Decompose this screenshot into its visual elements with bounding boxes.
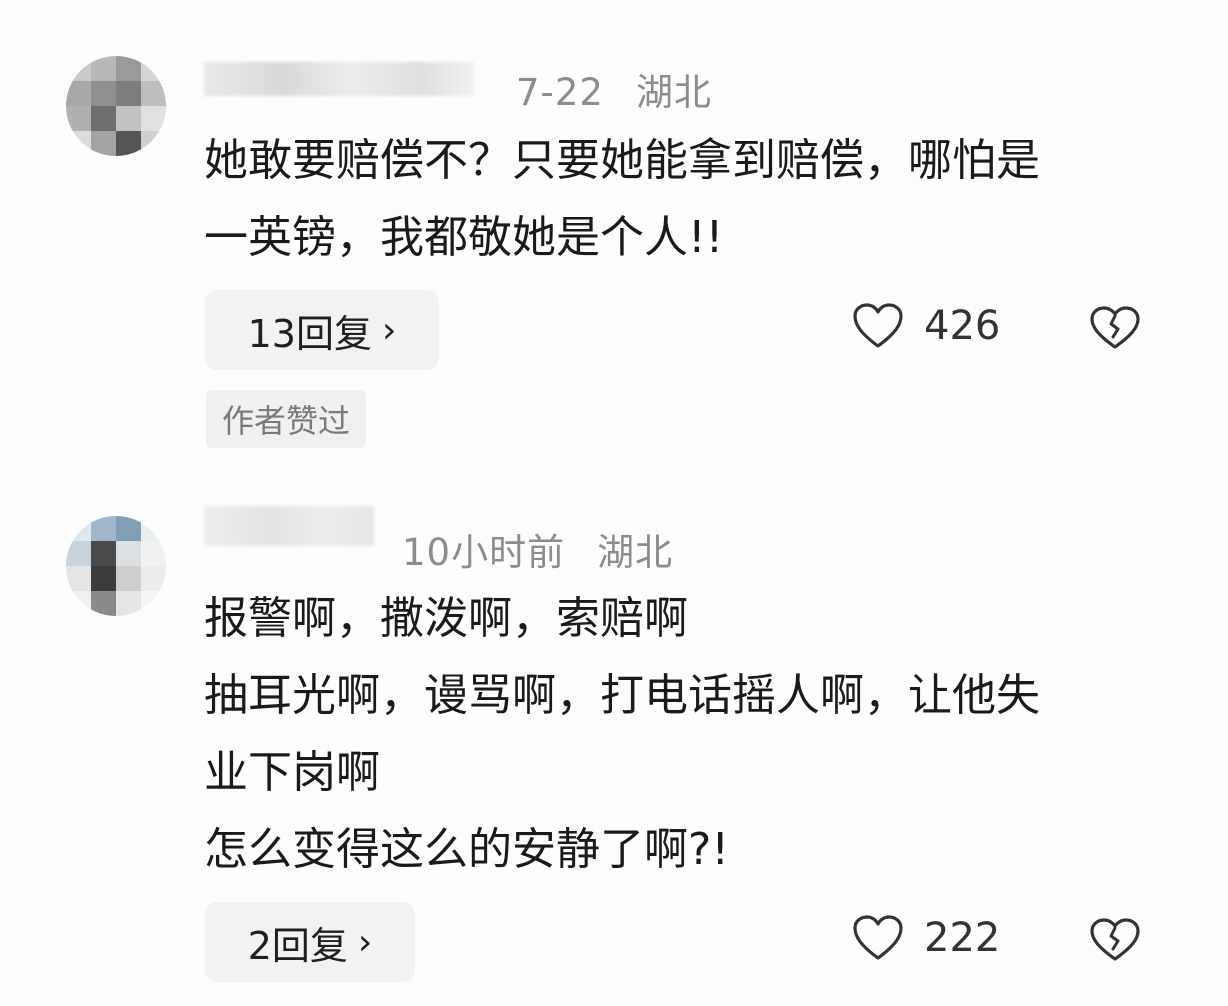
comment-line: 报警啊，撒泼啊，索赔啊 <box>204 593 688 644</box>
comment-line: 她敢要赔偿不？只要她能拿到赔偿，哪怕是 <box>204 135 1040 186</box>
broken-heart-icon <box>1090 306 1140 349</box>
chevron-right-icon: › <box>357 921 373 963</box>
comment-item: 7-22 湖北 她敢要赔偿不？只要她能拿到赔偿，哪怕是 一英镑，我都敬她是个人!!… <box>0 0 1228 470</box>
like-button[interactable]: 426 <box>852 302 1000 350</box>
comment-location: 湖北 <box>635 71 712 114</box>
username-blurred[interactable] <box>204 506 374 546</box>
comment-date: 10小时前 <box>402 531 566 574</box>
like-count: 222 <box>924 915 1001 961</box>
heart-outline-icon <box>853 303 903 348</box>
view-replies-button[interactable]: 2回复 › <box>205 902 415 982</box>
avatar[interactable] <box>66 56 166 156</box>
comment-meta: 10小时前 湖北 <box>402 522 673 576</box>
comment-line: 一英镑，我都敬她是个人!! <box>204 212 724 263</box>
reply-count-label: 13回复 <box>247 311 372 356</box>
avatar[interactable] <box>66 516 166 616</box>
author-liked-badge: 作者赞过 <box>206 390 366 448</box>
comment-line: 怎么变得这么的安静了啊?! <box>204 824 729 875</box>
broken-heart-icon <box>1090 918 1140 961</box>
like-button[interactable]: 222 <box>852 914 1000 962</box>
heart-outline-icon <box>853 915 903 960</box>
comment-meta: 7-22 湖北 <box>516 62 712 116</box>
view-replies-button[interactable]: 13回复 › <box>205 290 439 370</box>
reply-count-label: 2回复 <box>247 923 348 968</box>
comment-line: 业下岗啊 <box>204 747 380 798</box>
comment-text: 她敢要赔偿不？只要她能拿到赔偿，哪怕是 一英镑，我都敬她是个人!! <box>204 122 1164 276</box>
comment-date: 7-22 <box>516 71 604 114</box>
comment-line: 抽耳光啊，谩骂啊，打电话摇人啊，让他失 <box>204 670 1040 721</box>
comment-location: 湖北 <box>597 531 674 574</box>
comment-item: 10小时前 湖北 报警啊，撒泼啊，索赔啊 抽耳光啊，谩骂啊，打电话摇人啊，让他失 … <box>0 470 1228 1006</box>
chevron-right-icon: › <box>381 309 397 351</box>
comment-text: 报警啊，撒泼啊，索赔啊 抽耳光啊，谩骂啊，打电话摇人啊，让他失 业下岗啊 怎么变… <box>204 580 1164 888</box>
username-blurred[interactable] <box>204 62 474 96</box>
dislike-button[interactable] <box>1088 305 1142 355</box>
dislike-button[interactable] <box>1088 917 1142 967</box>
like-count: 426 <box>924 303 1001 349</box>
